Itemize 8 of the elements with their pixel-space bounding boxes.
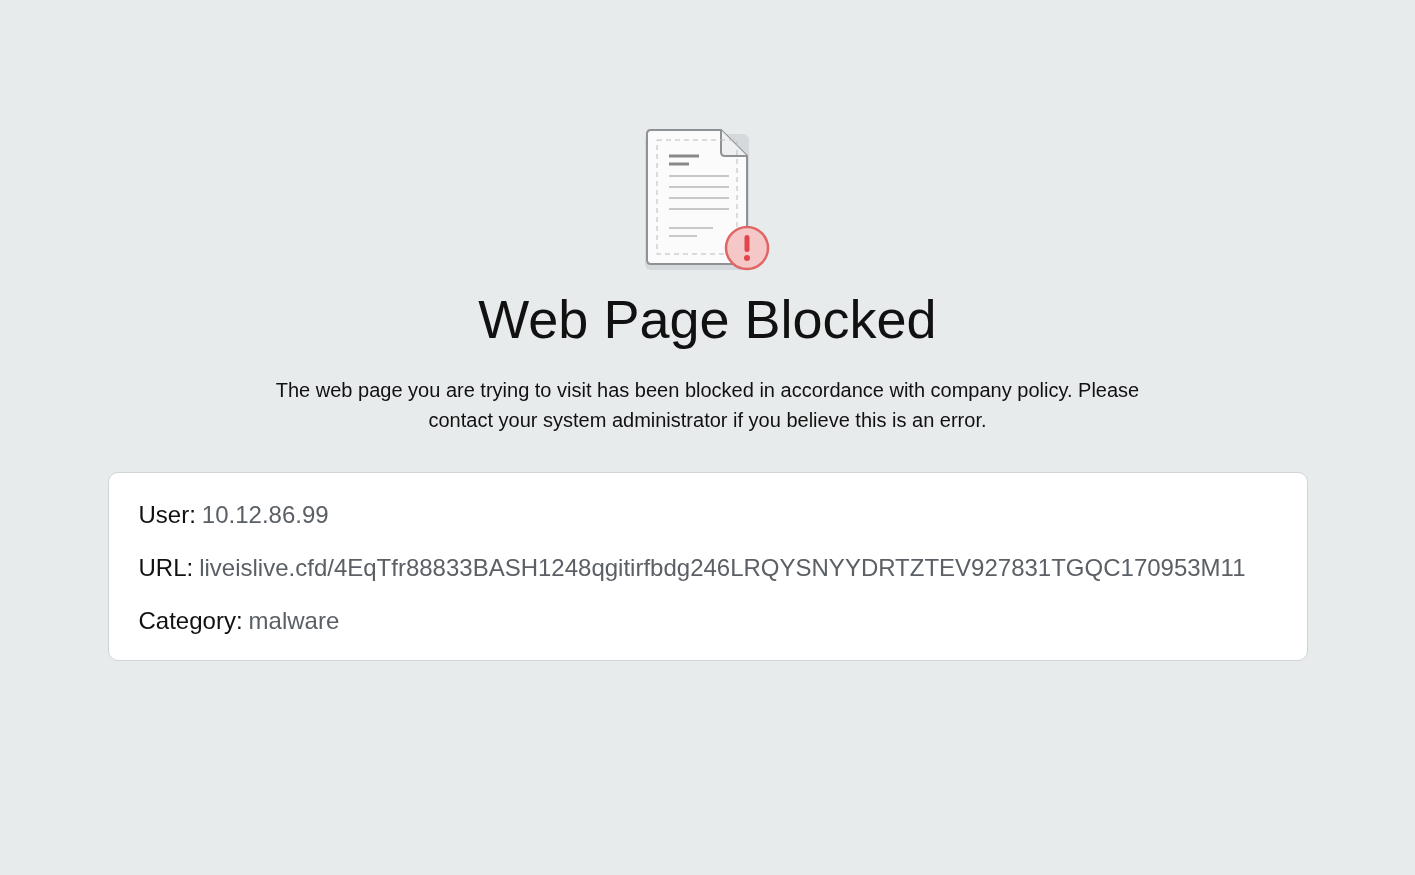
detail-value: malware — [248, 606, 340, 637]
page-title: Web Page Blocked — [478, 290, 937, 350]
block-message: The web page you are trying to visit has been blocked in accordance with company policy. Please contact your system administrator if you believe this is an error. — [274, 378, 1141, 434]
detail-value: liveislive.cfd/4EqTfr88833BASH1248qgitirfbdg246LRQYSNYYDRTZTEV927831TGQC170953M11 — [199, 553, 1246, 584]
detail-label: URL: — [138, 553, 194, 584]
detail-value: 10.12.86.99 — [201, 500, 329, 531]
detail-label: Category: — [138, 606, 243, 637]
detail-label: User: — [138, 500, 196, 531]
